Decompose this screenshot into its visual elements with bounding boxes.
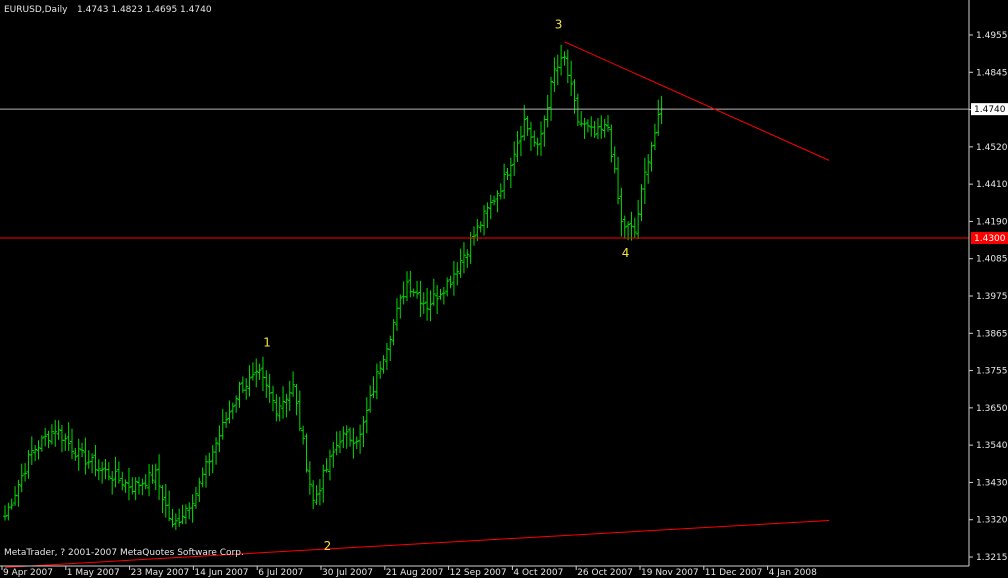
svg-text:11 Dec 2007: 11 Dec 2007	[705, 568, 763, 578]
svg-text:26 Oct 2007: 26 Oct 2007	[577, 568, 633, 578]
svg-text:1.3865: 1.3865	[976, 329, 1008, 339]
wave-label: 2	[324, 539, 332, 553]
x-tick: 19 Nov 2007	[639, 566, 699, 578]
svg-text:1.4190: 1.4190	[976, 217, 1008, 227]
symbol-label: EURUSD,Daily	[4, 5, 68, 15]
x-tick: 21 Aug 2007	[384, 566, 444, 578]
svg-text:1.3755: 1.3755	[976, 367, 1008, 377]
copyright-text: MetaTrader, ? 2001-2007 MetaQuotes Softw…	[4, 548, 244, 558]
svg-text:4 Jan 2008: 4 Jan 2008	[769, 568, 817, 578]
svg-text:30 Jul 2007: 30 Jul 2007	[322, 568, 373, 578]
svg-text:1.4955: 1.4955	[976, 31, 1008, 41]
svg-text:1 May 2007: 1 May 2007	[67, 568, 120, 578]
svg-text:1.4410: 1.4410	[976, 180, 1008, 190]
svg-text:1.4085: 1.4085	[976, 255, 1008, 265]
x-tick: 26 Oct 2007	[575, 566, 633, 578]
support-price-box: 1.4300	[971, 231, 1008, 244]
chart-background	[0, 0, 1008, 578]
svg-text:21 Aug 2007: 21 Aug 2007	[386, 568, 444, 578]
x-tick: 4 Oct 2007	[511, 566, 563, 578]
svg-text:1.3650: 1.3650	[976, 404, 1008, 414]
svg-text:1.4300: 1.4300	[974, 234, 1006, 244]
svg-text:1.4740: 1.4740	[974, 105, 1006, 115]
svg-text:14 Jun 2007: 14 Jun 2007	[194, 568, 248, 578]
svg-text:1.4845: 1.4845	[976, 68, 1008, 78]
svg-text:12 Sep 2007: 12 Sep 2007	[450, 568, 507, 578]
svg-text:1.3320: 1.3320	[976, 516, 1008, 526]
wave-label: 3	[555, 18, 563, 32]
x-tick: 1 May 2007	[65, 566, 120, 578]
x-tick: 11 Dec 2007	[703, 566, 763, 578]
chart-window: 1.49551.48451.46251.45201.44101.41901.40…	[0, 0, 1008, 578]
x-tick: 6 Jul 2007	[256, 566, 303, 578]
wave-label: 4	[622, 246, 630, 260]
svg-text:4 Oct 2007: 4 Oct 2007	[513, 568, 563, 578]
svg-text:19 Nov 2007: 19 Nov 2007	[641, 568, 699, 578]
x-tick: 23 May 2007	[129, 566, 190, 578]
current-price-price-box: 1.4740	[971, 103, 1008, 116]
svg-text:1.4520: 1.4520	[976, 143, 1008, 153]
x-tick: 4 Jan 2008	[767, 566, 817, 578]
x-tick: 12 Sep 2007	[448, 566, 507, 578]
ohlc-label: 1.4743 1.4823 1.4695 1.4740	[77, 5, 212, 15]
ohlc-chart: 1.49551.48451.46251.45201.44101.41901.40…	[0, 0, 1008, 578]
svg-text:6 Jul 2007: 6 Jul 2007	[258, 568, 303, 578]
svg-text:23 May 2007: 23 May 2007	[131, 568, 190, 578]
svg-text:1.3540: 1.3540	[976, 441, 1008, 451]
x-tick: 9 Apr 2007	[1, 566, 53, 578]
svg-text:9 Apr 2007: 9 Apr 2007	[3, 568, 53, 578]
svg-text:1.3215: 1.3215	[976, 553, 1008, 563]
svg-text:1.3430: 1.3430	[976, 478, 1008, 488]
wave-label: 1	[263, 335, 271, 349]
x-tick: 30 Jul 2007	[320, 566, 373, 578]
x-tick: 14 Jun 2007	[192, 566, 249, 578]
svg-text:1.3975: 1.3975	[976, 292, 1008, 302]
